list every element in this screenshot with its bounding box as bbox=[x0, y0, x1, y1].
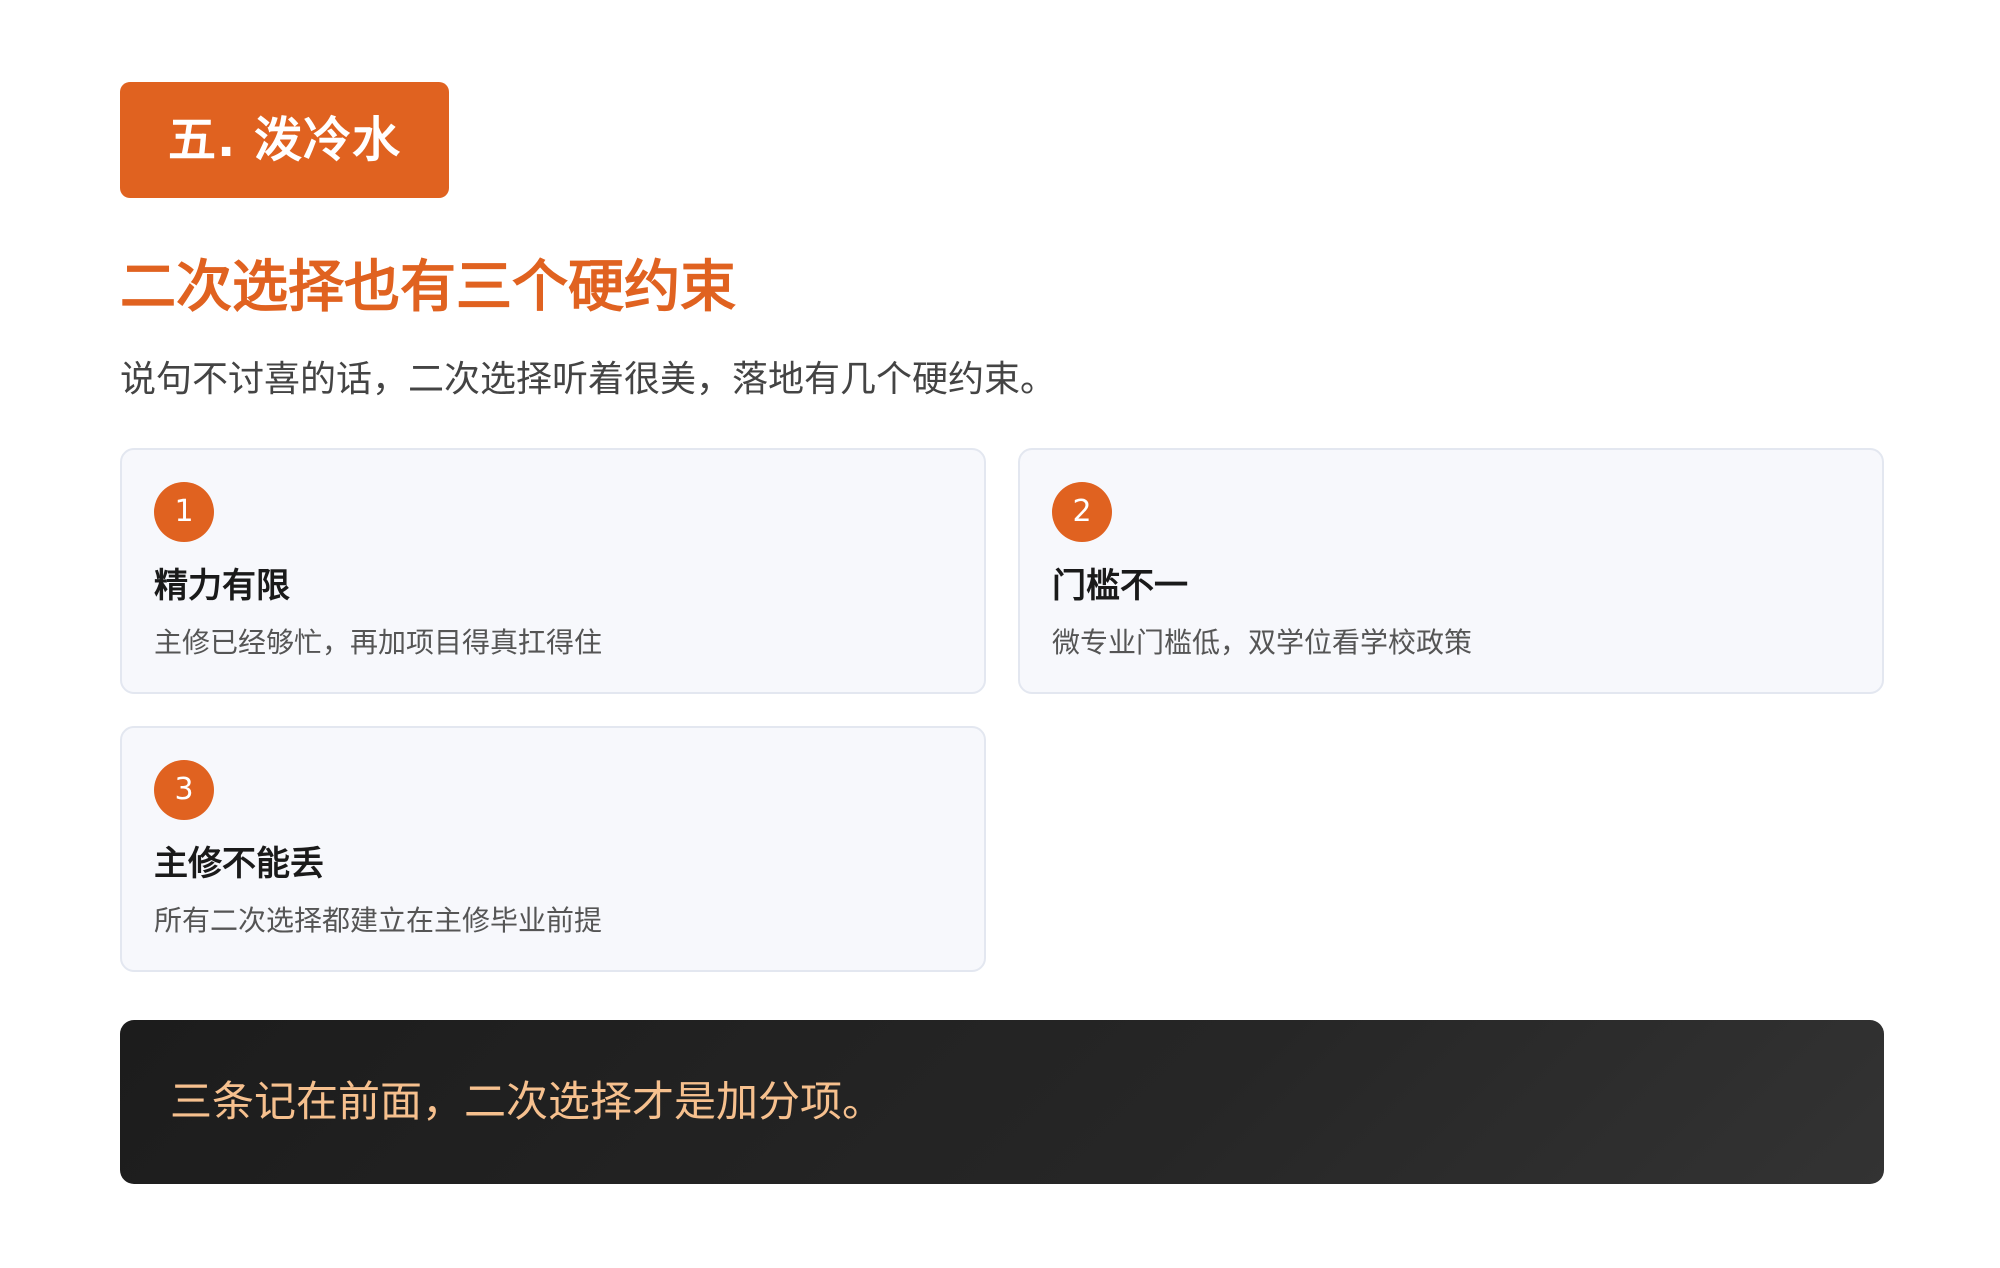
callout-banner: 三条记在前面，二次选择才是加分项。 bbox=[120, 1019, 1884, 1184]
card-description: 微专业门槛低，双学位看学校政策 bbox=[1052, 625, 1473, 659]
card-title: 门槛不一 bbox=[1052, 565, 1188, 606]
card-description: 主修已经够忙，再加项目得真扛得住 bbox=[154, 625, 603, 659]
number-badge: 3 bbox=[154, 759, 214, 820]
constraint-cards: 1 精力有限 主修已经够忙，再加项目得真扛得住 2 门槛不一 微专业门槛低，双学… bbox=[120, 447, 1884, 972]
slide-page: 五. 泼冷水 二次选择也有三个硬约束 说句不讨喜的话，二次选择听着很美，落地有几… bbox=[0, 0, 2000, 1268]
card-title: 主修不能丢 bbox=[154, 843, 324, 884]
constraint-card-3: 3 主修不能丢 所有二次选择都建立在主修毕业前提 bbox=[120, 725, 986, 972]
constraint-card-1: 1 精力有限 主修已经够忙，再加项目得真扛得住 bbox=[120, 447, 986, 694]
section-badge: 五. 泼冷水 bbox=[120, 82, 449, 198]
callout-text: 三条记在前面，二次选择才是加分项。 bbox=[170, 1076, 885, 1126]
card-description: 所有二次选择都建立在主修毕业前提 bbox=[154, 903, 603, 937]
number-badge: 1 bbox=[154, 481, 214, 542]
card-title: 精力有限 bbox=[154, 565, 290, 606]
headline: 二次选择也有三个硬约束 bbox=[120, 255, 736, 320]
subtitle: 说句不讨喜的话，二次选择听着很美，落地有几个硬约束。 bbox=[120, 359, 1057, 401]
number-badge: 2 bbox=[1052, 481, 1112, 542]
constraint-card-2: 2 门槛不一 微专业门槛低，双学位看学校政策 bbox=[1018, 447, 1884, 694]
